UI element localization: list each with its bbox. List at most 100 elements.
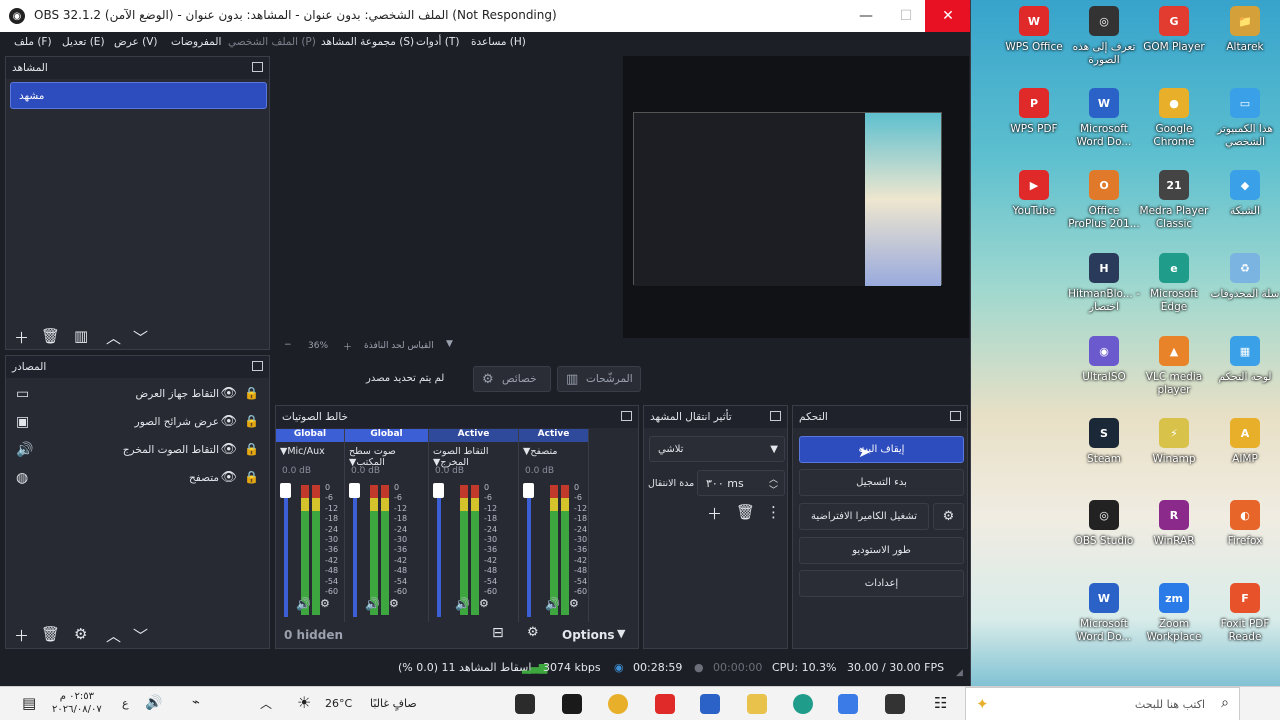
source-item[interactable]: ◍ متصفح 👁 🔒 bbox=[10, 467, 267, 491]
fader-handle[interactable] bbox=[280, 483, 291, 498]
fader-handle[interactable] bbox=[523, 483, 534, 498]
resize-grip-icon[interactable]: ◢ bbox=[956, 668, 963, 678]
desktop-icon[interactable]: H HitmanBlo... - اختصار bbox=[1068, 253, 1140, 314]
title-bar[interactable]: ◉ OBS 32.1.2 (الوضع الآمن) - الملف الشخص… bbox=[0, 0, 970, 32]
close-button[interactable]: ✕ bbox=[925, 0, 970, 32]
network-icon[interactable]: ⌁ bbox=[192, 695, 200, 710]
channel-name-select[interactable]: التقاط الصوت المخرج ▼ bbox=[433, 446, 514, 468]
fader-handle[interactable] bbox=[349, 483, 360, 498]
scene-list-item[interactable]: مشهد bbox=[10, 82, 267, 109]
stop-streaming-button[interactable]: إيقاف البث bbox=[799, 436, 964, 463]
desktop-icon[interactable]: 21 Medra Player Classic bbox=[1138, 170, 1210, 231]
zoom-in-icon[interactable]: ＋ bbox=[343, 340, 352, 353]
mixer-layout-icon[interactable]: ⊟ bbox=[492, 625, 504, 641]
weather-temp[interactable]: 26°C bbox=[325, 697, 352, 710]
add-source-icon[interactable]: ＋ bbox=[14, 625, 29, 646]
volume-icon[interactable]: 🔊 bbox=[545, 597, 560, 611]
desktop-icon[interactable]: G GOM Player bbox=[1138, 6, 1210, 54]
source-properties-icon[interactable]: ⚙ bbox=[74, 625, 87, 643]
channel-settings-icon[interactable]: ⚙ bbox=[569, 597, 579, 610]
source-up-icon[interactable]: ︿ bbox=[106, 625, 121, 646]
maximize-button[interactable]: ☐ bbox=[883, 0, 929, 32]
remove-source-icon[interactable]: 🗑 bbox=[41, 625, 60, 643]
desktop-icon[interactable]: ▶ YouTube bbox=[998, 170, 1070, 218]
desktop-icon[interactable]: ● Google Chrome bbox=[1138, 88, 1210, 149]
transition-select[interactable]: تلاشي ▼ bbox=[649, 436, 785, 462]
store-taskbar-icon[interactable] bbox=[838, 694, 858, 714]
undock-icon[interactable] bbox=[252, 361, 263, 371]
undock-icon[interactable] bbox=[252, 62, 263, 72]
fader-handle[interactable] bbox=[433, 483, 444, 498]
more-icon[interactable]: ⋮ bbox=[766, 503, 781, 521]
desktop-icon[interactable]: F Foxit PDF Reade bbox=[1209, 583, 1280, 644]
channel-settings-icon[interactable]: ⚙ bbox=[320, 597, 330, 610]
taskbar-clock[interactable]: ٠٢:٥٣ م ٢٠٢٦/٠٨/٠٧ bbox=[52, 690, 102, 716]
volume-icon[interactable]: 🔊 bbox=[455, 597, 470, 611]
virtual-camera-button[interactable]: تشغيل الكاميرا الافتراضية bbox=[799, 503, 929, 530]
remove-scene-icon[interactable]: 🗑 bbox=[41, 327, 60, 345]
menu-view[interactable]: عرض (V) bbox=[114, 36, 157, 48]
add-transition-icon[interactable]: ＋ bbox=[707, 503, 722, 524]
desktop-icon[interactable]: P WPS PDF bbox=[998, 88, 1070, 136]
remove-transition-icon[interactable]: 🗑 bbox=[736, 503, 755, 521]
outlook-taskbar-icon[interactable] bbox=[700, 694, 720, 714]
source-item[interactable]: ▣ عرض شرائح الصور 👁 🔒 bbox=[10, 411, 267, 435]
scale-dropdown-icon[interactable]: ▼ bbox=[446, 339, 453, 349]
language-indicator[interactable]: ع bbox=[122, 697, 129, 710]
desktop-icon[interactable]: ▲ VLC media player bbox=[1138, 336, 1210, 397]
volume-fader[interactable] bbox=[437, 487, 441, 617]
menu-docks[interactable]: المفروضات bbox=[171, 36, 221, 48]
studio-mode-button[interactable]: طور الاستوديو bbox=[799, 537, 964, 564]
mixer-options-button[interactable]: Options bbox=[562, 628, 615, 642]
tray-chevron-icon[interactable]: ︿ bbox=[260, 695, 272, 712]
add-scene-icon[interactable]: ＋ bbox=[14, 327, 29, 348]
zoom-out-icon[interactable]: − bbox=[284, 340, 292, 350]
menu-file[interactable]: ملف (F) bbox=[14, 36, 52, 48]
channel-settings-icon[interactable]: ⚙ bbox=[389, 597, 399, 610]
virtual-camera-settings-icon[interactable]: ⚙ bbox=[933, 503, 964, 530]
desktop-icon[interactable]: zm Zoom Workplace bbox=[1138, 583, 1210, 644]
chrome-taskbar-icon[interactable] bbox=[608, 694, 628, 714]
desktop-icon[interactable]: ◉ UltraISO bbox=[1068, 336, 1140, 384]
lock-icon[interactable]: 🔒 bbox=[244, 442, 259, 456]
desktop-icon[interactable]: S Steam bbox=[1068, 418, 1140, 466]
visibility-eye-icon[interactable]: 👁 bbox=[220, 442, 237, 457]
undock-icon[interactable] bbox=[950, 411, 961, 421]
undock-icon[interactable] bbox=[770, 411, 781, 421]
undock-icon[interactable] bbox=[621, 411, 632, 421]
volume-fader[interactable] bbox=[527, 487, 531, 617]
volume-fader[interactable] bbox=[353, 487, 357, 617]
properties-button[interactable]: ⚙ خصائص bbox=[473, 366, 551, 392]
move-down-icon[interactable]: ﹀ bbox=[133, 327, 148, 348]
desktop-icon[interactable]: A AIMP bbox=[1209, 418, 1280, 466]
edge-taskbar-icon[interactable] bbox=[793, 694, 813, 714]
obs-taskbar-icon[interactable] bbox=[515, 694, 535, 714]
desktop-icon[interactable]: 📁 Altarek bbox=[1209, 6, 1280, 54]
desktop-icon[interactable]: ♻ سلة المحذوفات bbox=[1209, 253, 1280, 301]
options-dropdown-icon[interactable]: ▼ bbox=[617, 627, 625, 640]
weather-icon[interactable]: ☀ bbox=[297, 693, 311, 712]
desktop-icon[interactable]: ▦ لوحة التحكم bbox=[1209, 336, 1280, 384]
desktop-icon[interactable]: O Office ProPlus 201... bbox=[1068, 170, 1140, 231]
youtube-taskbar-icon[interactable] bbox=[655, 694, 675, 714]
desktop-icon[interactable]: ⚡ Winamp bbox=[1138, 418, 1210, 466]
channel-name-select[interactable]: Mic/Aux ▼ bbox=[280, 446, 340, 457]
channel-settings-icon[interactable]: ⚙ bbox=[479, 597, 489, 610]
hidden-count[interactable]: 0 hidden bbox=[284, 628, 343, 642]
channel-name-select[interactable]: متصفح ▼ bbox=[523, 446, 584, 457]
desktop-icon[interactable]: W Microsoft Word Do... bbox=[1068, 88, 1140, 149]
volume-icon[interactable]: 🔊 bbox=[365, 597, 380, 611]
volume-icon[interactable]: 🔊 bbox=[296, 597, 311, 611]
menu-tools[interactable]: أدوات (T) bbox=[416, 36, 459, 48]
lock-icon[interactable]: 🔒 bbox=[244, 386, 259, 400]
scene-filters-icon[interactable]: ▥ bbox=[74, 327, 88, 345]
visibility-eye-icon[interactable]: 👁 bbox=[220, 414, 237, 429]
desktop-icon[interactable]: ◎ تعرف إلى هذه الصورة bbox=[1068, 6, 1140, 67]
duration-spinbox[interactable]: ٣٠٠ ms ︿ ﹀ bbox=[697, 470, 785, 496]
app2-taskbar-icon[interactable] bbox=[885, 694, 905, 714]
desktop-icon[interactable]: ▭ هذا الكمبيوتر الشخصي bbox=[1209, 88, 1280, 149]
lock-icon[interactable]: 🔒 bbox=[244, 414, 259, 428]
settings-button[interactable]: إعدادات bbox=[799, 570, 964, 597]
mixer-settings-icon[interactable]: ⚙ bbox=[527, 625, 539, 640]
visibility-eye-icon[interactable]: 👁 bbox=[220, 470, 237, 485]
